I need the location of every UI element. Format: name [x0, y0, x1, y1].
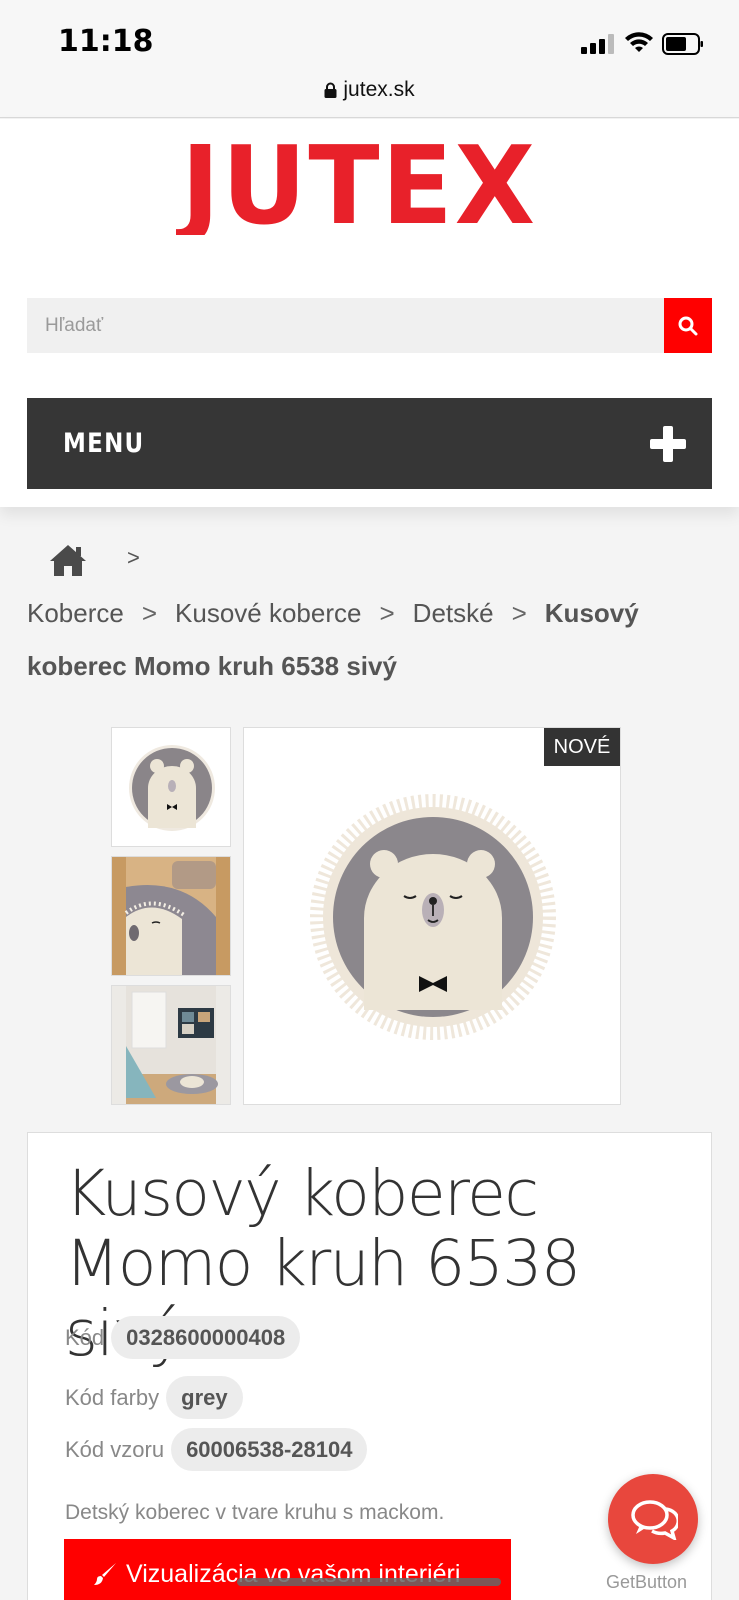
search-icon [678, 316, 698, 335]
thumbnail-room-image [112, 986, 230, 1104]
product-main-image[interactable]: NOVÉ [243, 727, 621, 1105]
home-indicator [237, 1578, 501, 1586]
breadcrumb-separator: > [127, 545, 140, 570]
jutex-logo[interactable]: JUTEX [176, 131, 542, 235]
breadcrumb-separator: > [379, 598, 395, 628]
pattern-code-value: 60006538-28104 [171, 1428, 368, 1471]
new-badge: NOVÉ [544, 728, 620, 766]
thumbnail-detail-image [112, 857, 230, 975]
product-code-label: Kód [65, 1324, 105, 1350]
product-code-value: 0328600000408 [111, 1316, 301, 1359]
brush-icon [94, 1563, 116, 1585]
color-code-row: Kód farby grey [65, 1376, 243, 1419]
address-bar[interactable]: jutex.sk [0, 78, 739, 102]
chat-bubbles-icon [631, 1500, 678, 1540]
signal-icon [581, 34, 615, 54]
plus-icon [650, 426, 686, 462]
chat-widget-label: GetButton [606, 1572, 688, 1592]
breadcrumb-item-kusove-koberce[interactable]: Kusové koberce [175, 598, 361, 628]
product-description: Detský koberec v tvare kruhu s mackom. [65, 1501, 445, 1524]
product-code-row: Kód 0328600000408 [65, 1316, 301, 1359]
breadcrumb-separator: > [511, 598, 527, 628]
search-button[interactable] [664, 298, 712, 353]
search-input[interactable] [27, 298, 664, 353]
status-bar: 11:18 jutex.sk [0, 0, 739, 118]
menu-label: MENU [63, 428, 145, 459]
wifi-icon [625, 32, 653, 52]
pattern-code-label: Kód vzoru [65, 1436, 165, 1462]
search-bar [27, 298, 712, 353]
svg-text:JUTEX: JUTEX [176, 131, 537, 235]
color-code-value: grey [166, 1376, 243, 1419]
site-header: JUTEX MENU [0, 119, 739, 507]
home-icon[interactable] [48, 542, 88, 578]
menu-toggle[interactable]: MENU [27, 398, 712, 489]
pattern-code-row: Kód vzoru 60006538-28104 [65, 1428, 368, 1471]
lock-icon [324, 82, 337, 98]
thumbnail-1[interactable] [111, 727, 231, 847]
visualize-button[interactable]: Vizualizácia vo vašom interiéri [64, 1539, 511, 1600]
thumbnail-rug-image [129, 745, 215, 831]
breadcrumb-item-koberce[interactable]: Koberce [27, 598, 124, 628]
thumbnail-2[interactable] [111, 856, 231, 976]
rug-image [310, 794, 556, 1040]
breadcrumb-item-detske[interactable]: Detské [413, 598, 494, 628]
url-text: jutex.sk [343, 78, 415, 101]
breadcrumb: Koberce > Kusové koberce > Detské > Kusový kob… [27, 587, 707, 693]
chat-button[interactable] [608, 1474, 698, 1564]
breadcrumb-separator: > [141, 598, 158, 628]
thumbnail-3[interactable] [111, 985, 231, 1105]
status-time: 11:18 [58, 24, 154, 59]
color-code-label: Kód farby [65, 1384, 160, 1410]
battery-icon [662, 33, 703, 55]
